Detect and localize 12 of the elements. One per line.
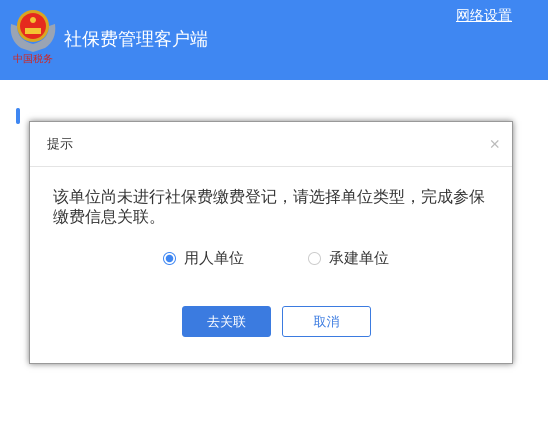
cancel-button[interactable]: 取消: [282, 306, 371, 337]
heading-accent: [16, 108, 20, 124]
radio-icon[interactable]: [308, 252, 321, 265]
radio-icon[interactable]: [163, 252, 176, 265]
logo-text: 中国税务: [13, 54, 53, 66]
radio-option[interactable]: 用人单位: [163, 249, 244, 268]
dialog-title: 提示: [47, 136, 73, 153]
network-settings-link[interactable]: 网络设置: [456, 7, 512, 25]
dialog-message: 该单位尚未进行社保费缴费登记，请选择单位类型，完成参保缴费信息关联。: [53, 187, 486, 227]
app-title: 社保费管理客户端: [64, 28, 208, 51]
link-button[interactable]: 去关联: [182, 306, 271, 337]
radio-option[interactable]: 承建单位: [308, 249, 389, 268]
